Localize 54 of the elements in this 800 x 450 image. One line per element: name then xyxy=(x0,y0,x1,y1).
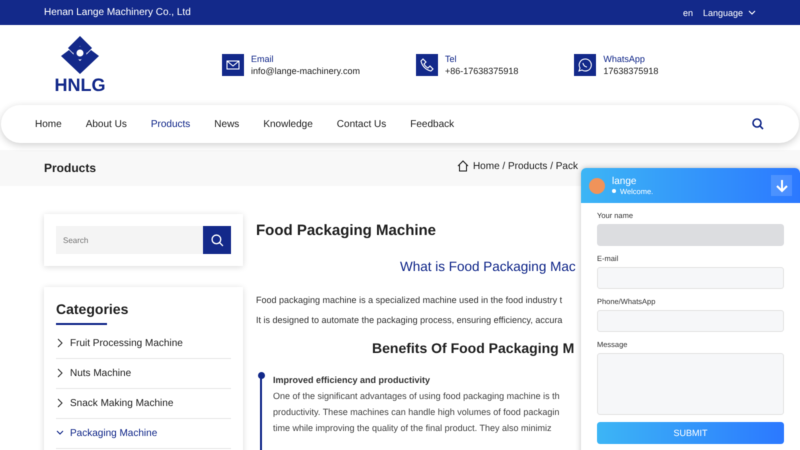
page-title: Products xyxy=(44,161,96,175)
paragraph-line: One of the significant advantages of using food packaging machine is th xyxy=(273,390,560,403)
contact-value: +86-17638375918 xyxy=(445,65,518,77)
article-subtitle: What is Food Packaging Mac xyxy=(400,259,577,274)
category-item[interactable]: Nuts Machine xyxy=(56,358,231,388)
chevron-right-icon xyxy=(56,368,64,378)
nav-link[interactable]: Feedback xyxy=(410,118,454,130)
contact-value: info@lange-machinery.com xyxy=(251,65,360,77)
input-field[interactable] xyxy=(597,310,784,332)
search-icon xyxy=(210,234,224,246)
whatsapp-icon xyxy=(578,58,592,72)
arrow-down-icon xyxy=(776,178,788,192)
contact-label: Tel xyxy=(445,53,458,65)
contact-value: 17638375918 xyxy=(603,65,658,77)
title-underline xyxy=(56,323,107,324)
envelope-icon xyxy=(226,58,240,72)
minimize-button[interactable] xyxy=(771,175,792,196)
section-heading: Benefits Of Food Packaging M xyxy=(372,340,576,356)
article-title: Food Packaging Machine xyxy=(256,222,438,239)
nav-link[interactable]: About Us xyxy=(86,118,127,130)
chevron-right-icon xyxy=(56,398,64,408)
benefit-title: Improved efficiency and productivity xyxy=(273,375,430,385)
chevron-right-icon xyxy=(56,338,64,348)
home-icon xyxy=(456,160,469,172)
nav-link[interactable]: Home xyxy=(35,118,62,130)
category-item[interactable]: Packaging Machine xyxy=(56,418,231,448)
contact-label: WhatsApp xyxy=(603,53,646,65)
category-item[interactable]: Snack Making Machine xyxy=(56,388,231,418)
message-field[interactable] xyxy=(597,353,784,415)
categories-title: Categories xyxy=(56,301,130,317)
paragraph-line: time while improving the quality of the final product. They also minimiz xyxy=(273,422,552,435)
input-field[interactable] xyxy=(597,267,784,289)
search-icon[interactable] xyxy=(752,118,764,130)
avatar-icon xyxy=(589,178,605,194)
language-dropdown[interactable]: Language xyxy=(702,8,756,18)
language-code: en xyxy=(682,8,693,18)
company-name: Henan Lange Machinery Co., Ltd xyxy=(44,7,191,18)
contact-label: Email xyxy=(251,53,275,65)
logo-text: HNLG xyxy=(54,76,106,94)
paragraph-line: productivity. These machines can handle high volumes of food packagin xyxy=(273,406,560,419)
nav-link[interactable]: Knowledge xyxy=(263,118,313,130)
nav-link[interactable]: Products xyxy=(150,118,190,130)
agent-name: lange xyxy=(612,176,638,186)
category-item[interactable]: Fruit Processing Machine xyxy=(56,328,231,358)
nav-link[interactable]: Contact Us xyxy=(336,118,386,130)
paragraph-line: Food packaging machine is a specialized machine used in the food industry t xyxy=(256,294,564,307)
nav-link[interactable]: News xyxy=(214,118,240,130)
paragraph-line: It is designed to automate the packaging process, ensuring efficiency, accura xyxy=(256,314,564,327)
chevron-down-icon xyxy=(748,10,756,16)
status-dot-icon xyxy=(612,189,616,193)
search-button[interactable] xyxy=(203,226,231,254)
search-field[interactable]: Search xyxy=(56,226,203,254)
phone-icon xyxy=(420,58,434,72)
breadcrumb: Home / Products / Pack xyxy=(472,160,578,172)
